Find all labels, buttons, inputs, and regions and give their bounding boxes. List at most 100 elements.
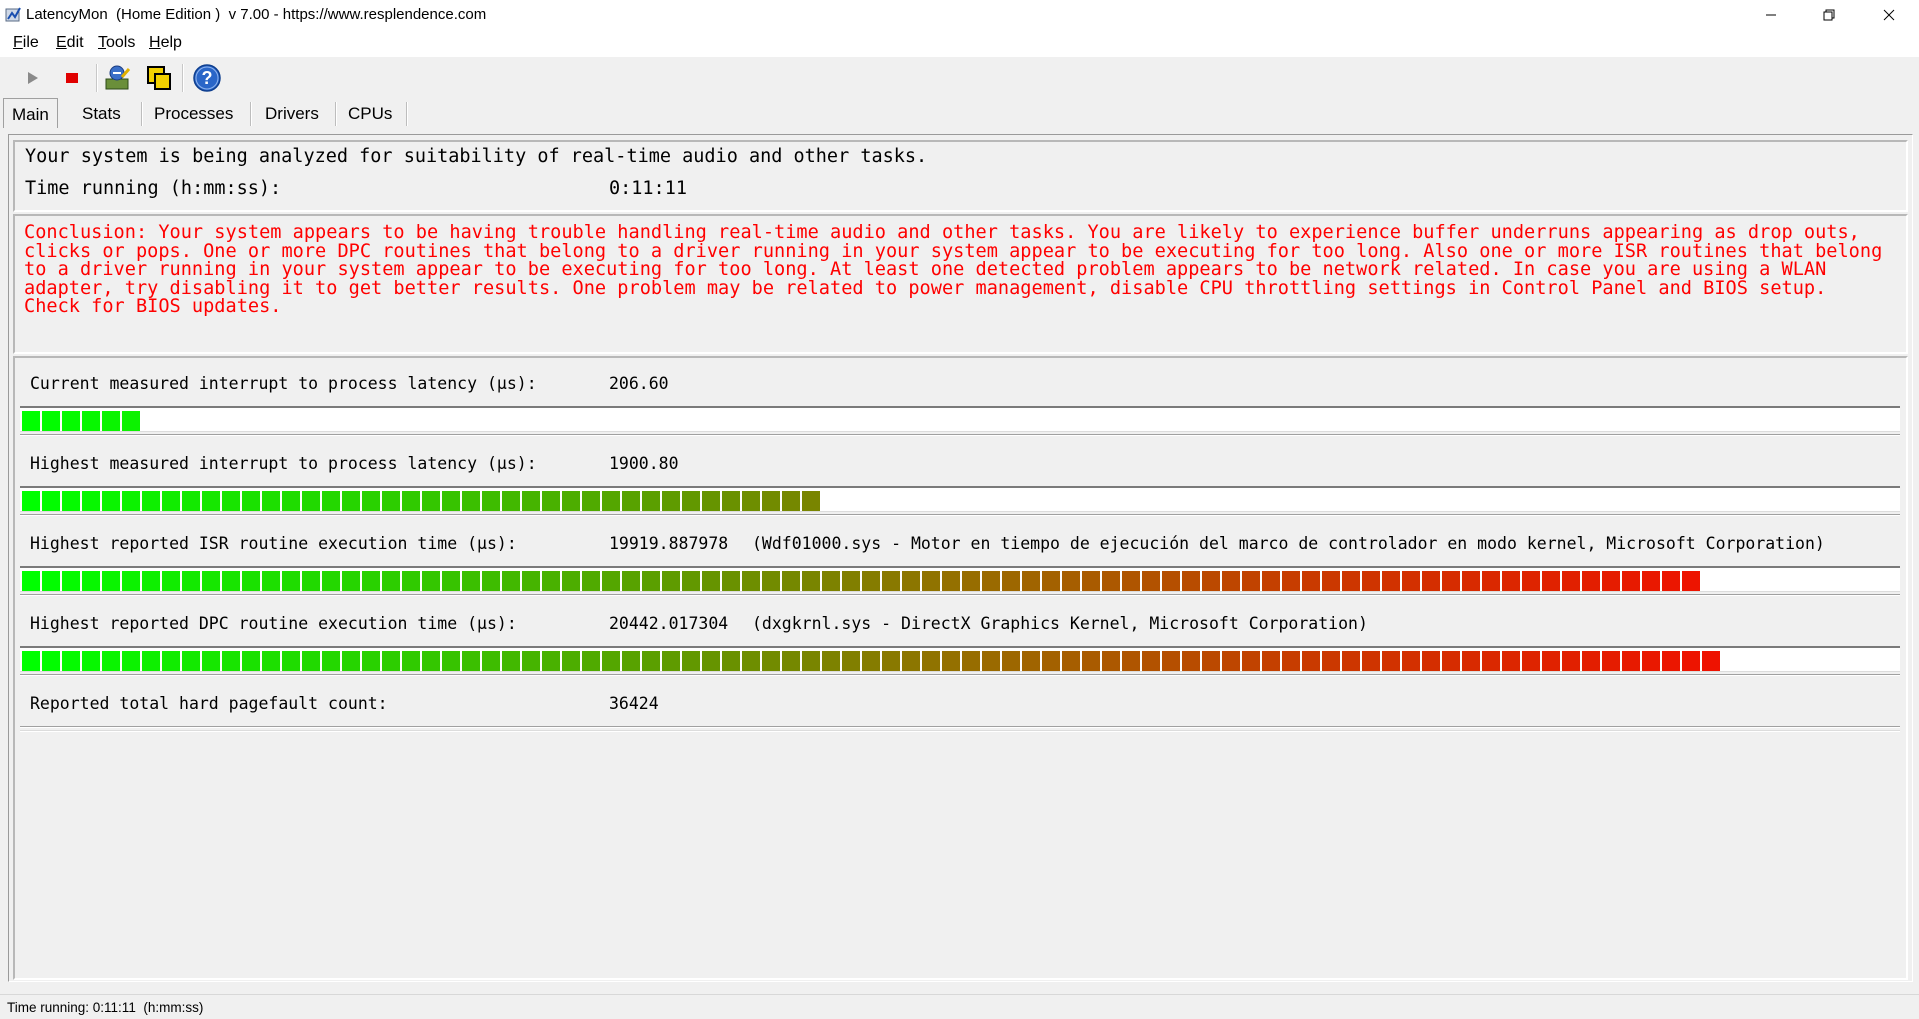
meter-segment — [382, 651, 400, 671]
start-button[interactable] — [15, 61, 49, 95]
meter-segment — [342, 491, 360, 511]
meter-segment — [642, 491, 660, 511]
meter-segment — [1082, 571, 1100, 591]
meter-segment — [262, 651, 280, 671]
meter-segment — [102, 491, 120, 511]
meter-segment — [582, 571, 600, 591]
meter-segment — [1582, 571, 1600, 591]
meter-fill — [22, 651, 1720, 671]
toolbar: ? — [0, 58, 1919, 98]
menu-file[interactable]: File — [13, 34, 39, 52]
meter-segment — [1102, 571, 1120, 591]
metric-value: 1900.80 — [609, 454, 679, 473]
meter-segment — [502, 651, 520, 671]
meter-segment — [482, 651, 500, 671]
meter-segment — [42, 411, 60, 431]
meter-segment — [662, 491, 680, 511]
menu-tools[interactable]: Tools — [98, 34, 135, 52]
meter-segment — [722, 571, 740, 591]
meter-segment — [622, 571, 640, 591]
tab-separator — [335, 102, 337, 126]
meter-segment — [142, 571, 160, 591]
meter-segment — [42, 491, 60, 511]
meter-segment — [1382, 571, 1400, 591]
meter-segment — [1522, 651, 1540, 671]
meter-segment — [1142, 571, 1160, 591]
meter-segment — [362, 571, 380, 591]
stop-button[interactable] — [55, 61, 89, 95]
svg-text:?: ? — [202, 68, 213, 88]
meter-segment — [922, 651, 940, 671]
meter-segment — [1502, 651, 1520, 671]
minimize-button[interactable] — [1742, 0, 1800, 30]
tab-main[interactable]: Main — [3, 98, 58, 128]
analysis-status-text: Your system is being analyzed for suitab… — [25, 146, 928, 167]
meter-segment — [1482, 571, 1500, 591]
meter-segment — [722, 491, 740, 511]
meter-segment — [562, 571, 580, 591]
meter-segment — [782, 651, 800, 671]
meter-segment — [602, 571, 620, 591]
help-button[interactable]: ? — [190, 61, 224, 95]
meter-segment — [282, 571, 300, 591]
meter-segment — [642, 651, 660, 671]
meter-segment — [702, 571, 720, 591]
meter-segment — [1402, 571, 1420, 591]
meter-segment — [782, 491, 800, 511]
tab-separator — [250, 102, 252, 126]
meter-segment — [1162, 571, 1180, 591]
meter-segment — [402, 491, 420, 511]
meter-segment — [82, 651, 100, 671]
meter-segment — [602, 491, 620, 511]
analyze-button[interactable] — [101, 61, 135, 95]
title-bar: LatencyMon (Home Edition ) v 7.00 - http… — [0, 0, 1919, 30]
tab-cpus[interactable]: CPUs — [340, 101, 400, 127]
menu-help[interactable]: Help — [149, 34, 182, 52]
meter-segment — [1622, 571, 1640, 591]
meter-segment — [82, 571, 100, 591]
meter-segment — [982, 571, 1000, 591]
meter-segment — [1602, 571, 1620, 591]
meter-segment — [1682, 651, 1700, 671]
meter-segment — [562, 491, 580, 511]
meter-segment — [942, 651, 960, 671]
meter-segment — [522, 571, 540, 591]
meter-segment — [1622, 651, 1640, 671]
tab-processes[interactable]: Processes — [146, 101, 241, 127]
meter-segment — [142, 491, 160, 511]
meter-segment — [762, 491, 780, 511]
meter-segment — [722, 651, 740, 671]
meter-segment — [122, 651, 140, 671]
meter-segment — [222, 651, 240, 671]
menu-edit[interactable]: Edit — [56, 34, 84, 52]
windows-button[interactable] — [142, 61, 176, 95]
meter-segment — [322, 651, 340, 671]
close-button[interactable] — [1860, 0, 1918, 30]
tab-label: Processes — [154, 104, 234, 123]
meter-segment — [1022, 651, 1040, 671]
time-running-value: 0:11:11 — [609, 178, 687, 199]
meter-segment — [1482, 651, 1500, 671]
meter-segment — [1542, 571, 1560, 591]
meter-segment — [482, 571, 500, 591]
meter-segment — [1042, 571, 1060, 591]
latency-meter — [20, 406, 1900, 432]
divider — [20, 434, 1900, 436]
window-title: LatencyMon (Home Edition ) v 7.00 - http… — [26, 6, 487, 23]
meter-segment — [1442, 571, 1460, 591]
meter-segment — [462, 571, 480, 591]
toolbar-separator — [182, 64, 184, 92]
meter-segment — [1642, 571, 1660, 591]
tab-stats[interactable]: Stats — [74, 101, 129, 127]
meter-segment — [302, 491, 320, 511]
meter-segment — [562, 651, 580, 671]
meter-segment — [1182, 571, 1200, 591]
restore-button[interactable] — [1800, 0, 1858, 30]
meter-segment — [1162, 651, 1180, 671]
divider — [20, 514, 1900, 516]
tab-drivers[interactable]: Drivers — [257, 101, 327, 127]
meter-segment — [102, 571, 120, 591]
meter-segment — [1282, 571, 1300, 591]
meter-segment — [822, 651, 840, 671]
meter-segment — [482, 491, 500, 511]
